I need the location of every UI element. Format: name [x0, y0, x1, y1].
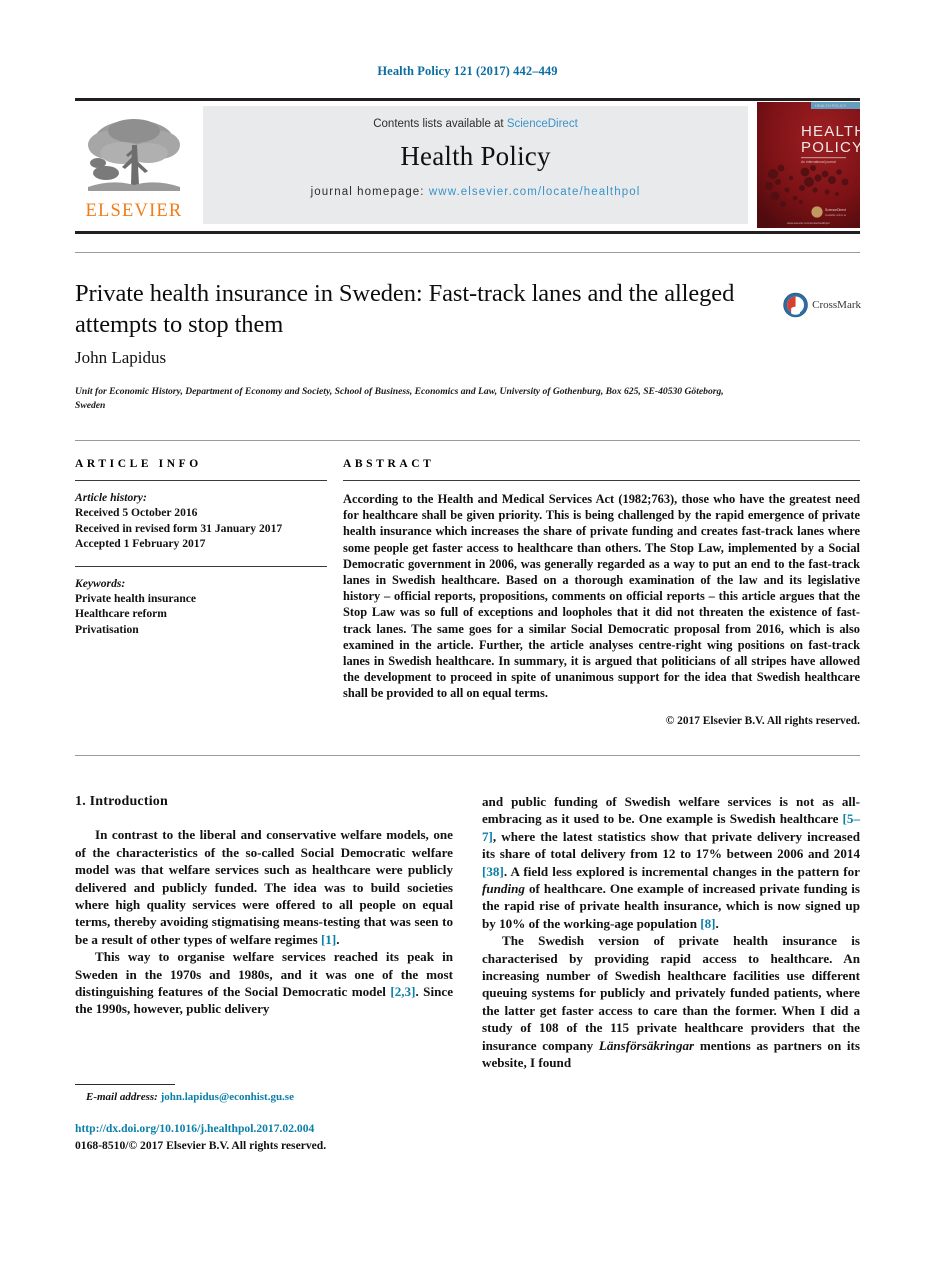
info-divider: [75, 440, 860, 441]
history-item-2: Accepted 1 February 2017: [75, 537, 206, 551]
journal-masthead: ELSEVIER Contents lists available at Sci…: [75, 98, 860, 234]
homepage-prefix: journal homepage:: [310, 186, 429, 198]
svg-text:www.elsevier.com/locate/health: www.elsevier.com/locate/healthpol: [787, 221, 830, 225]
journal-title: Health Policy: [400, 141, 551, 171]
contents-available-line: Contents lists available at ScienceDirec…: [203, 118, 748, 130]
article-history-group: Article history: Received 5 October 2016…: [75, 490, 327, 552]
article-info-column: ARTICLE INFO Article history: Received 5…: [75, 458, 327, 637]
keywords-label: Keywords:: [75, 576, 126, 590]
running-head: Health Policy 121 (2017) 442–449: [377, 64, 558, 78]
svg-text:ScienceDirect: ScienceDirect: [825, 208, 846, 212]
abstract-text: According to the Health and Medical Serv…: [343, 492, 860, 701]
abstract-heading: ABSTRACT: [343, 458, 435, 470]
article-info-heading: ARTICLE INFO: [75, 458, 202, 470]
title-divider: [75, 252, 860, 253]
keyword-0: Private health insurance: [75, 592, 197, 606]
corresponding-email-line: E-mail address: john.lapidus@econhist.gu…: [86, 1091, 294, 1103]
author-affiliation: Unit for Economic History, Department of…: [75, 386, 724, 411]
sciencedirect-link[interactable]: ScienceDirect: [507, 118, 578, 130]
keywords-group: Keywords: Private health insurance Healt…: [75, 576, 327, 638]
cover-artwork: HEALTH POLICY HEALTH POLICY An internati…: [757, 102, 860, 228]
masthead-bottom-rule: [75, 231, 860, 234]
page-title: Private health insurance in Sweden: Fast…: [75, 280, 735, 338]
elsevier-logo: ELSEVIER: [75, 106, 193, 224]
crossmark-icon: [783, 292, 808, 318]
author-name: John Lapidus: [75, 348, 167, 367]
article-info-rule: [75, 480, 327, 481]
elsevier-wordmark: ELSEVIER: [85, 200, 183, 221]
journal-cover-thumbnail: HEALTH POLICY HEALTH POLICY An internati…: [757, 102, 860, 228]
article-page: Health Policy 121 (2017) 442–449 ELSEVIE…: [0, 0, 935, 1266]
history-item-1: Received in revised form 31 January 2017: [75, 521, 283, 535]
journal-homepage-line: journal homepage: www.elsevier.com/locat…: [203, 186, 748, 198]
crossmark-label: CrossMark: [812, 299, 861, 311]
elsevier-tree-icon: [88, 118, 180, 191]
body-column-right: and public funding of Swedish welfare se…: [482, 793, 860, 1072]
history-item-0: Received 5 October 2016: [75, 506, 198, 520]
paragraph-intro-1: In contrast to the liberal and conservat…: [75, 827, 453, 947]
doi-link[interactable]: http://dx.doi.org/10.1016/j.healthpol.20…: [75, 1122, 314, 1135]
svg-text:Available online at: Available online at: [825, 213, 846, 217]
crossmark-badge[interactable]: CrossMark: [783, 282, 861, 328]
keywords-divider: [75, 565, 327, 567]
body-divider: [75, 755, 860, 756]
issn-copyright-line: 0168-8510/© 2017 Elsevier B.V. All right…: [75, 1139, 327, 1152]
paragraph-intro-2: This way to organise welfare services re…: [75, 949, 454, 1017]
abstract-column: ABSTRACT According to the Health and Med…: [343, 458, 860, 727]
contents-prefix: Contents lists available at: [373, 118, 507, 130]
article-history-label: Article history:: [75, 491, 147, 504]
section-heading-introduction: 1. Introduction: [75, 794, 168, 809]
paragraph-intro-4: The Swedish version of private health in…: [482, 933, 860, 1071]
masthead-panel: Contents lists available at ScienceDirec…: [203, 106, 748, 224]
masthead-top-rule: [75, 98, 860, 101]
keyword-2: Privatisation: [75, 622, 139, 636]
journal-homepage-link[interactable]: www.elsevier.com/locate/healthpol: [429, 186, 640, 198]
svg-text:POLICY: POLICY: [801, 139, 860, 156]
svg-text:HEALTH: HEALTH: [801, 123, 860, 140]
email-label: E-mail address:: [86, 1091, 158, 1103]
email-link[interactable]: john.lapidus@econhist.gu.se: [161, 1091, 294, 1103]
footnote-divider: [75, 1084, 175, 1085]
keyword-1: Healthcare reform: [75, 607, 167, 621]
svg-text:An international journal: An international journal: [801, 160, 836, 164]
svg-text:HEALTH POLICY: HEALTH POLICY: [815, 103, 847, 108]
paragraph-intro-3: and public funding of Swedish welfare se…: [482, 794, 860, 931]
abstract-copyright: © 2017 Elsevier B.V. All rights reserved…: [665, 714, 860, 727]
body-column-left: 1. Introduction In contrast to the liber…: [75, 793, 453, 1018]
abstract-rule: [343, 480, 860, 481]
